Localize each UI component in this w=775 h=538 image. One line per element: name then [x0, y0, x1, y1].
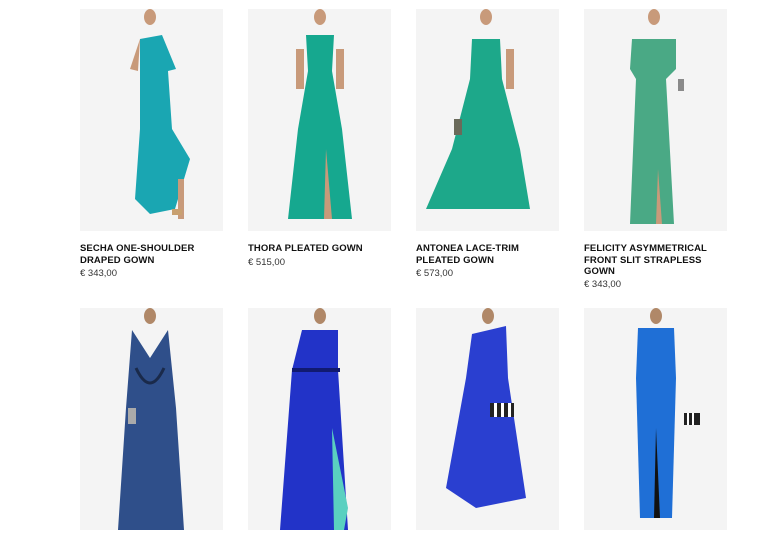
product-name-line: THORA PLEATED GOWN [248, 243, 363, 254]
product-name-line: FELICITY ASYMMETRICAL [584, 243, 707, 254]
dress-icon [416, 9, 559, 231]
product-image[interactable] [584, 9, 727, 231]
dress-icon [248, 9, 391, 231]
product-image[interactable] [80, 308, 223, 530]
product-image[interactable] [80, 9, 223, 231]
product-price: € 515,00 [248, 257, 285, 268]
dress-icon [248, 308, 391, 530]
dress-icon [416, 308, 559, 530]
dress-icon [584, 308, 727, 530]
product-price: € 573,00 [416, 268, 453, 279]
product-name[interactable]: SECHA ONE-SHOULDER DRAPED GOWN [80, 243, 220, 266]
product-price: € 343,00 [584, 279, 621, 290]
dress-icon [80, 9, 223, 231]
product-image[interactable] [416, 9, 559, 231]
product-image[interactable] [416, 308, 559, 530]
product-image[interactable] [248, 9, 391, 231]
product-price: € 343,00 [80, 268, 117, 279]
product-name-line: SECHA ONE-SHOULDER [80, 243, 195, 254]
dress-icon [80, 308, 223, 530]
product-name-line: PLEATED GOWN [416, 254, 495, 266]
product-image[interactable] [584, 308, 727, 530]
product-name-line: DRAPED GOWN [80, 254, 155, 266]
product-name-line: ANTONEA LACE-TRIM [416, 243, 520, 254]
dress-icon [584, 9, 727, 231]
product-name-line: GOWN [584, 266, 616, 277]
product-image[interactable] [248, 308, 391, 530]
product-name[interactable]: THORA PLEATED GOWN [248, 243, 388, 255]
product-name[interactable]: ANTONEA LACE-TRIM PLEATED GOWN [416, 243, 556, 266]
product-name[interactable]: FELICITY ASYMMETRICAL FRONT SLIT STRAPLE… [584, 243, 724, 278]
product-name-line: FRONT SLIT STRAPLESS [584, 254, 702, 266]
